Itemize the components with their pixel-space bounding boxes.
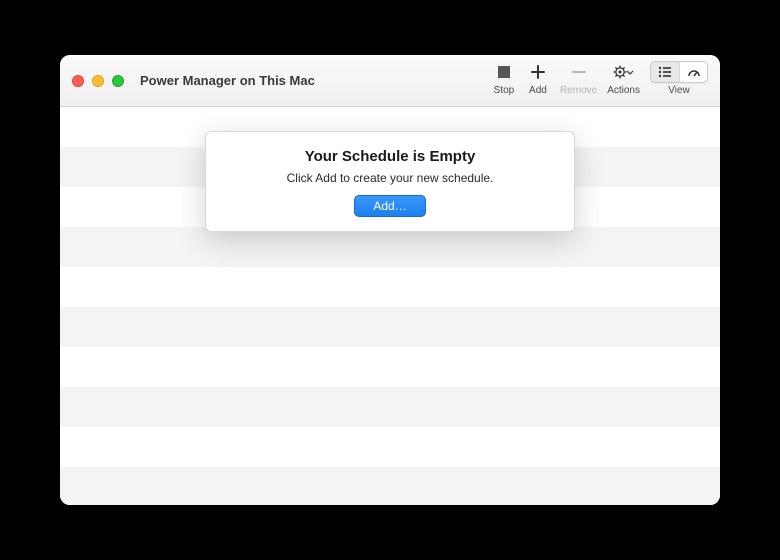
list-icon — [658, 66, 672, 78]
content-area: Your Schedule is Empty Click Add to crea… — [60, 107, 720, 505]
actions-button[interactable] — [612, 61, 636, 83]
add-button[interactable] — [526, 61, 550, 83]
stop-icon — [497, 65, 511, 79]
app-window: Power Manager on This Mac Stop Add — [60, 55, 720, 505]
list-row — [60, 387, 720, 427]
view-gauge-button[interactable] — [679, 62, 707, 82]
view-segmented-control — [650, 61, 708, 83]
toolbar: Stop Add Remove — [492, 55, 708, 106]
sheet-title: Your Schedule is Empty — [228, 148, 552, 165]
list-row — [60, 267, 720, 307]
sheet-message: Click Add to create your new schedule. — [228, 171, 552, 185]
list-row — [60, 427, 720, 467]
close-window-button[interactable] — [72, 75, 84, 87]
plus-icon — [531, 65, 545, 79]
list-row — [60, 307, 720, 347]
sheet-add-button[interactable]: Add… — [354, 195, 425, 217]
stop-label: Stop — [494, 85, 515, 96]
minimize-window-button[interactable] — [92, 75, 104, 87]
list-row — [60, 227, 720, 267]
window-title: Power Manager on This Mac — [140, 73, 315, 88]
list-row — [60, 467, 720, 505]
add-label: Add — [529, 85, 547, 96]
minus-icon — [572, 65, 586, 79]
stop-button[interactable] — [492, 61, 516, 83]
zoom-window-button[interactable] — [112, 75, 124, 87]
view-label: View — [668, 85, 690, 96]
gear-icon — [613, 65, 635, 79]
remove-label: Remove — [560, 85, 597, 96]
actions-label: Actions — [607, 85, 640, 96]
list-row — [60, 347, 720, 387]
titlebar: Power Manager on This Mac Stop Add — [60, 55, 720, 107]
gauge-icon — [687, 66, 701, 78]
remove-button[interactable] — [567, 61, 591, 83]
empty-schedule-sheet: Your Schedule is Empty Click Add to crea… — [205, 131, 575, 232]
traffic-lights — [72, 75, 124, 87]
view-list-button[interactable] — [651, 62, 679, 82]
